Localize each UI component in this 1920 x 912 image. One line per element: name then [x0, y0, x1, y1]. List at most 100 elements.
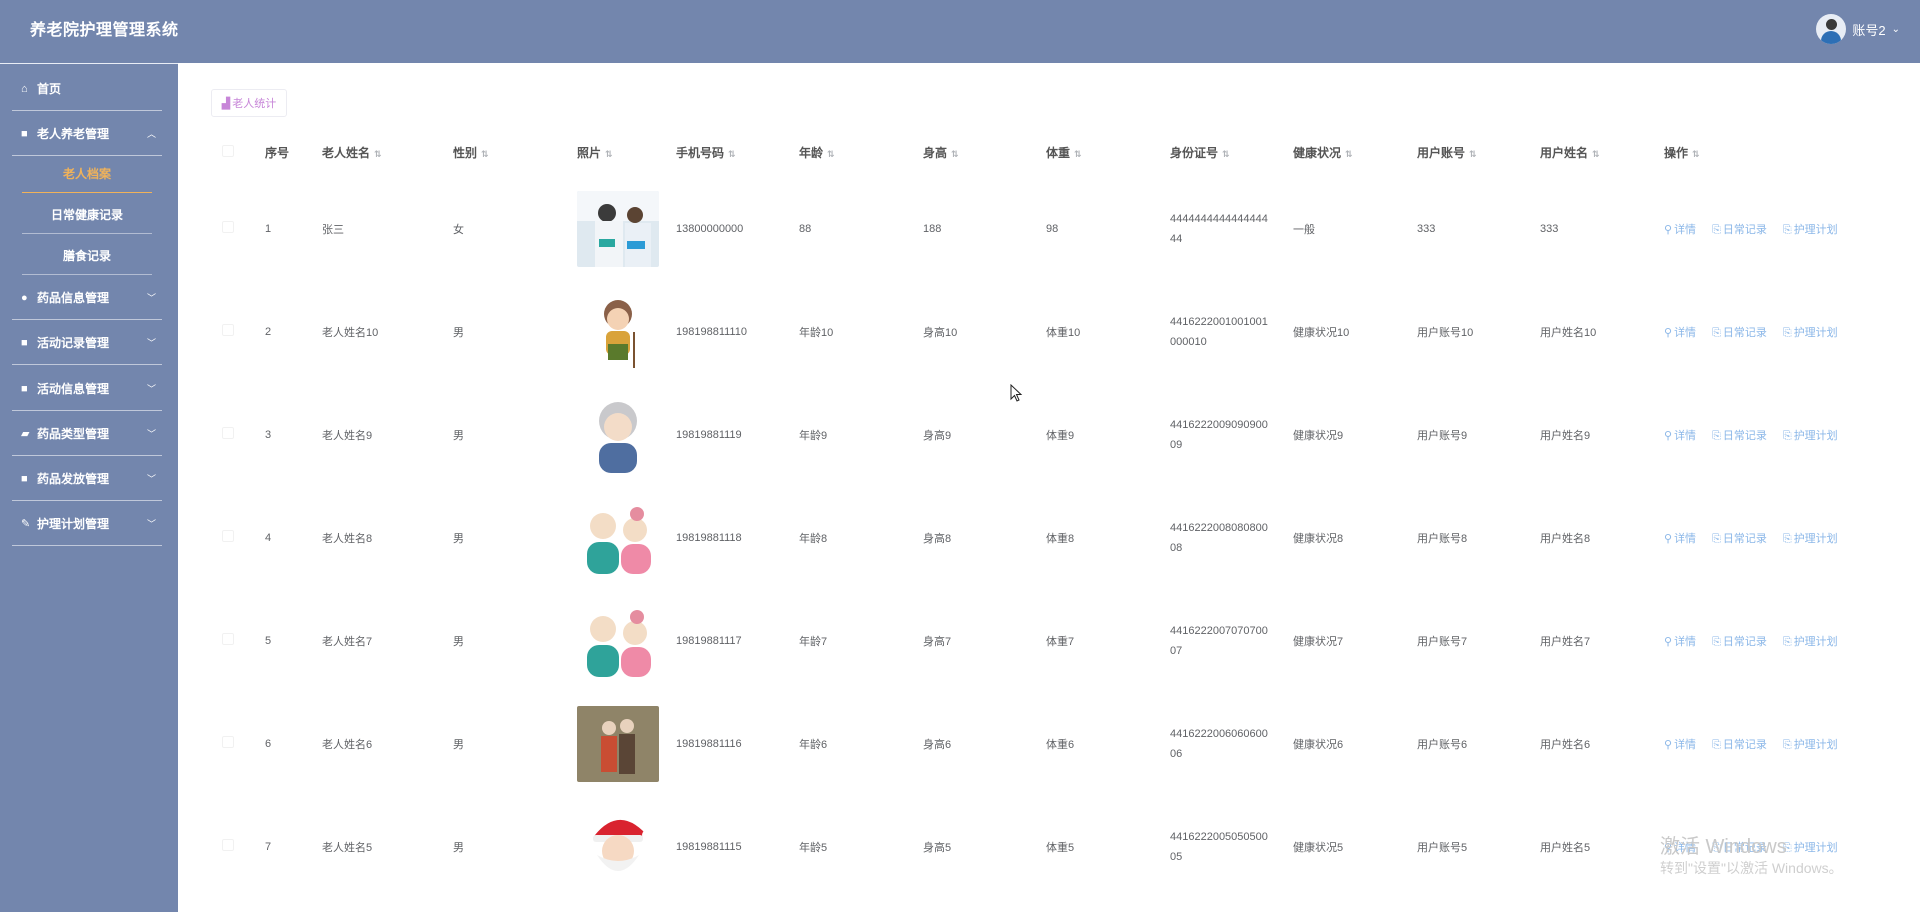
- sort-icon[interactable]: ⇅: [1345, 149, 1353, 159]
- sidebar-item-drug-dispense[interactable]: ■ 药品发放管理 ﹀: [12, 457, 162, 501]
- row-checkbox[interactable]: [222, 427, 234, 439]
- row-checkbox[interactable]: [222, 530, 234, 542]
- care-plan-button[interactable]: ⎘ 护理计划: [1783, 430, 1838, 442]
- cell-height: 身高7: [923, 635, 952, 648]
- cell-health: 健康状况5: [1293, 841, 1344, 854]
- sort-icon[interactable]: ⇅: [374, 149, 382, 159]
- cell-photo[interactable]: [577, 486, 676, 589]
- sort-icon[interactable]: ⇅: [481, 149, 489, 159]
- elder-photo[interactable]: [577, 808, 676, 885]
- row-checkbox[interactable]: [222, 736, 234, 748]
- sidebar-item-label: 活动信息管理: [37, 382, 110, 396]
- col-header-username[interactable]: 用户姓名 ⇅: [1540, 127, 1664, 177]
- care-plan-button[interactable]: ⎘ 护理计划: [1783, 327, 1838, 339]
- detail-button[interactable]: ⚲ 详情: [1664, 533, 1696, 545]
- table-row[interactable]: 7 老人姓名5 男 19819881115 年龄5 身高5 体重5 4416222005050…: [210, 795, 1874, 898]
- sidebar-item-activity-record[interactable]: ■ 活动记录管理 ﹀: [12, 321, 162, 365]
- col-header-account[interactable]: 用户账号 ⇅: [1417, 127, 1540, 177]
- care-plan-button[interactable]: ⎘ 护理计划: [1783, 739, 1838, 751]
- sidebar-item-activity-info[interactable]: ■ 活动信息管理 ﹀: [12, 367, 162, 411]
- sort-icon[interactable]: ⇅: [1692, 149, 1700, 159]
- care-plan-icon: ⎘: [1782, 532, 1792, 545]
- cell-gender: 男: [453, 532, 464, 545]
- sidebar-item-care-plan[interactable]: ✎ 护理计划管理 ﹀: [12, 502, 162, 546]
- pen-icon: ✎: [21, 518, 31, 530]
- sort-icon[interactable]: ⇅: [951, 149, 959, 159]
- col-header-actions[interactable]: 操作 ⇅: [1664, 127, 1874, 177]
- sidebar-item-drug-info[interactable]: ● 药品信息管理 ﹀: [12, 276, 162, 320]
- col-header-name[interactable]: 老人姓名 ⇅: [322, 127, 453, 177]
- elder-photo[interactable]: [577, 705, 676, 782]
- detail-button[interactable]: ⚲ 详情: [1664, 430, 1696, 442]
- detail-button[interactable]: ⚲ 详情: [1664, 739, 1696, 751]
- user-name: 账号2: [1852, 22, 1886, 38]
- detail-button[interactable]: ⚲ 详情: [1664, 224, 1696, 236]
- row-checkbox[interactable]: [222, 633, 234, 645]
- sort-icon[interactable]: ⇅: [1222, 149, 1230, 159]
- cell-photo[interactable]: [577, 589, 676, 692]
- col-header-health[interactable]: 健康状况 ⇅: [1293, 127, 1417, 177]
- elder-photo[interactable]: [577, 396, 676, 473]
- user-menu[interactable]: 账号2 ⌄: [1816, 14, 1900, 44]
- daily-record-button[interactable]: ⎘ 日常记录: [1712, 636, 1767, 648]
- sort-icon[interactable]: ⇅: [1469, 149, 1477, 159]
- sort-icon[interactable]: ⇅: [1592, 149, 1600, 159]
- col-header-weight[interactable]: 体重 ⇅: [1046, 127, 1170, 177]
- sidebar-subitem-meal-record[interactable]: 膳食记录: [22, 237, 152, 275]
- table-row[interactable]: 2 老人姓名10 男 198198811110 年龄10 身高10 体重10 44162220…: [210, 280, 1874, 383]
- table-row[interactable]: 1 张三 女 13800000000 88 188 98 4444444444444444 4…: [210, 177, 1874, 280]
- sidebar-item-elder-care[interactable]: ■ 老人养老管理 ︿: [12, 112, 162, 156]
- col-header-age[interactable]: 年龄 ⇅: [799, 127, 923, 177]
- col-header-idcard[interactable]: 身份证号 ⇅: [1170, 127, 1293, 177]
- cell-username: 用户姓名7: [1540, 635, 1591, 648]
- cell-name: 老人姓名5: [322, 841, 373, 854]
- col-header-height[interactable]: 身高 ⇅: [923, 127, 1046, 177]
- daily-record-button[interactable]: ⎘ 日常记录: [1712, 327, 1767, 339]
- avatar[interactable]: [1816, 14, 1847, 44]
- sidebar-item-drug-type[interactable]: ▰ 药品类型管理 ﹀: [12, 412, 162, 456]
- daily-record-button[interactable]: ⎘ 日常记录: [1712, 224, 1767, 236]
- cell-photo[interactable]: [577, 177, 676, 280]
- select-all-checkbox[interactable]: [222, 144, 234, 157]
- elder-photo[interactable]: [577, 190, 676, 267]
- elder-photo[interactable]: [577, 499, 676, 576]
- sidebar-subitem-health-record[interactable]: 日常健康记录: [22, 196, 152, 234]
- care-plan-button[interactable]: ⎘ 护理计划: [1783, 636, 1838, 648]
- care-plan-button[interactable]: ⎘ 护理计划: [1783, 533, 1838, 545]
- elder-photo[interactable]: [577, 293, 676, 370]
- sort-icon[interactable]: ⇅: [827, 149, 835, 159]
- cell-photo[interactable]: [577, 280, 676, 383]
- daily-record-button[interactable]: ⎘ 日常记录: [1712, 739, 1767, 751]
- row-checkbox[interactable]: [222, 221, 234, 233]
- table-row[interactable]: 5 老人姓名7 男 19819881117 年龄7 身高7 体重7 4416222007070…: [210, 589, 1874, 692]
- col-header-phone[interactable]: 手机号码 ⇅: [676, 127, 799, 177]
- care-plan-button[interactable]: ⎘ 护理计划: [1783, 224, 1838, 236]
- daily-record-button[interactable]: ⎘ 日常记录: [1712, 430, 1767, 442]
- elder-stats-button[interactable]: ▟ 老人统计: [211, 89, 287, 117]
- col-header-gender[interactable]: 性别 ⇅: [453, 127, 577, 177]
- cell-idcard: 4416222001001001 000010: [1170, 315, 1268, 348]
- cell-weight: 体重6: [1046, 738, 1075, 751]
- row-checkbox[interactable]: [222, 324, 234, 336]
- cell-photo[interactable]: [577, 692, 676, 795]
- sort-icon[interactable]: ⇅: [728, 149, 736, 159]
- col-header-photo[interactable]: 照片 ⇅: [577, 127, 676, 177]
- cell-photo[interactable]: [577, 795, 676, 898]
- sort-icon[interactable]: ⇅: [1074, 149, 1082, 159]
- detail-button[interactable]: ⚲ 详情: [1664, 636, 1696, 648]
- sidebar-item-home[interactable]: ⌂ 首页: [12, 67, 162, 111]
- sort-icon[interactable]: ⇅: [605, 149, 613, 159]
- care-plan-button[interactable]: ⎘ 护理计划: [1783, 842, 1838, 854]
- table-row[interactable]: 3 老人姓名9 男 19819881119 年龄9 身高9 体重9 4416222009090…: [210, 383, 1874, 486]
- sidebar-subitem-elder-archive[interactable]: 老人档案: [22, 155, 152, 193]
- table-row[interactable]: 6 老人姓名6 男 19819881116 年龄6 身高6 体重6 4416222006060…: [210, 692, 1874, 795]
- cell-actions: ⚲ 详情 ⎘ 日常记录 ⎘ 护理计划: [1664, 177, 1874, 280]
- elder-photo[interactable]: [577, 602, 676, 679]
- cell-idcard: 4416222007070700 07: [1170, 624, 1268, 657]
- table-row[interactable]: 4 老人姓名8 男 19819881118 年龄8 身高8 体重8 4416222008080…: [210, 486, 1874, 589]
- cell-weight: 体重8: [1046, 532, 1075, 545]
- detail-button[interactable]: ⚲ 详情: [1664, 327, 1696, 339]
- row-checkbox[interactable]: [222, 839, 234, 851]
- cell-photo[interactable]: [577, 383, 676, 486]
- daily-record-button[interactable]: ⎘ 日常记录: [1712, 533, 1767, 545]
